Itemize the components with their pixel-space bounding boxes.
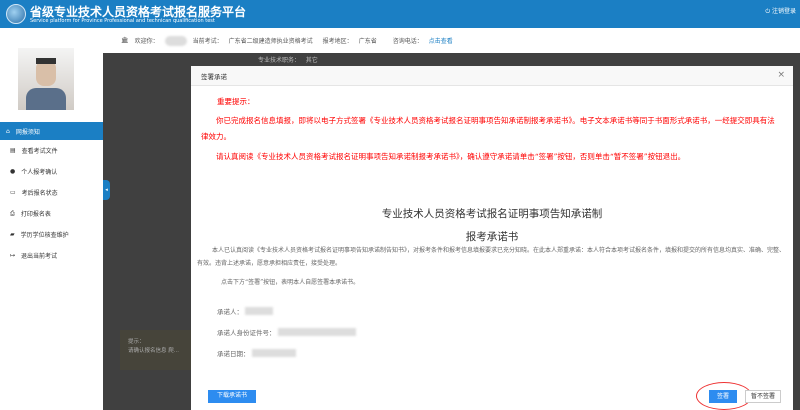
sidebar-toggle[interactable]: ◂ [103,180,110,200]
logout-link[interactable]: ⏻ 注销登录 [765,6,796,16]
document-body: 本人已认真阅读《专业技术人员资格考试报名证明事项告知承诺制告知书》，对报考条件和… [197,247,786,286]
file-icon: ▤ [10,147,16,154]
logo [6,4,26,24]
sign-later-button[interactable]: 暂不签署 [745,390,781,403]
header: 省级专业技术人员资格考试报名服务平台 Service platform for … [0,0,800,28]
sidebar-item-education[interactable]: ▰ 学历学位核查维护 [0,224,103,245]
username-redacted [164,35,187,46]
sidebar-nav: ⌂ 网报须知 ▤ 查看考试文件 ● 个人报考确认 ▭ 考后报名状态 ⎙ 打印报名表 ▰ 学历… [0,122,103,266]
warning-text: 重要提示： 你已完成报名信息填报，即将以电子方式签署《专业技术人员资格考试报名证… [201,97,775,161]
background-field: 专业技术职务： 其它 [258,57,318,64]
background-tip: 提示： 请确认报名信息 爬... [120,330,200,370]
promiser-field: 承诺人： [217,306,273,316]
date-field: 承诺日期： [217,348,296,358]
monitor-icon: ▭ [10,189,16,196]
avatar [18,48,74,110]
home-icon: ⌂ [6,127,10,135]
sidebar-item-print[interactable]: ⎙ 打印报名表 [0,203,103,224]
sidebar-item-confirm[interactable]: ● 个人报考确认 [0,161,103,182]
sign-button[interactable]: 签署 [709,390,737,403]
sidebar: ⌂ 网报须知 ▤ 查看考试文件 ● 个人报考确认 ▭ 考后报名状态 ⎙ 打印报名表 ▰ 学历… [0,28,103,410]
download-commitment-button[interactable]: 下载承诺书 [208,390,256,403]
sign-commitment-dialog: 签署承诺 × 重要提示： 你已完成报名信息填报，即将以电子方式签署《专业技术人员… [191,66,793,410]
chevron-left-icon: ◂ [105,187,108,193]
info-icon: ● [10,168,16,175]
info-bar: 🏛 欢迎你： 当前考试： 广东省二级建造师执业资格考试 报考地区： 广东省 咨询电话… [113,28,800,53]
print-icon: ⎙ [10,209,15,217]
id-field: 承诺人身份证件号： [217,327,356,337]
sidebar-item-files[interactable]: ▤ 查看考试文件 [0,140,103,161]
app-subtitle: Service platform for Province Profession… [30,18,215,24]
close-icon[interactable]: × [777,70,785,80]
document-heading: 专业技术人员资格考试报名证明事项告知承诺制 报考承诺书 [381,208,603,243]
exit-icon: ↦ [10,252,16,259]
phone-link[interactable]: 点击查看 [429,36,453,45]
sidebar-item-status[interactable]: ▭ 考后报名状态 [0,182,103,203]
graduation-icon: ▰ [10,231,15,238]
dialog-header: 签署承诺 [191,66,793,86]
bank-icon: 🏛 [121,37,129,44]
sidebar-item-notice[interactable]: ⌂ 网报须知 [0,122,103,140]
power-icon: ⏻ [765,8,772,15]
sidebar-item-exit[interactable]: ↦ 退出当前考试 [0,245,103,266]
